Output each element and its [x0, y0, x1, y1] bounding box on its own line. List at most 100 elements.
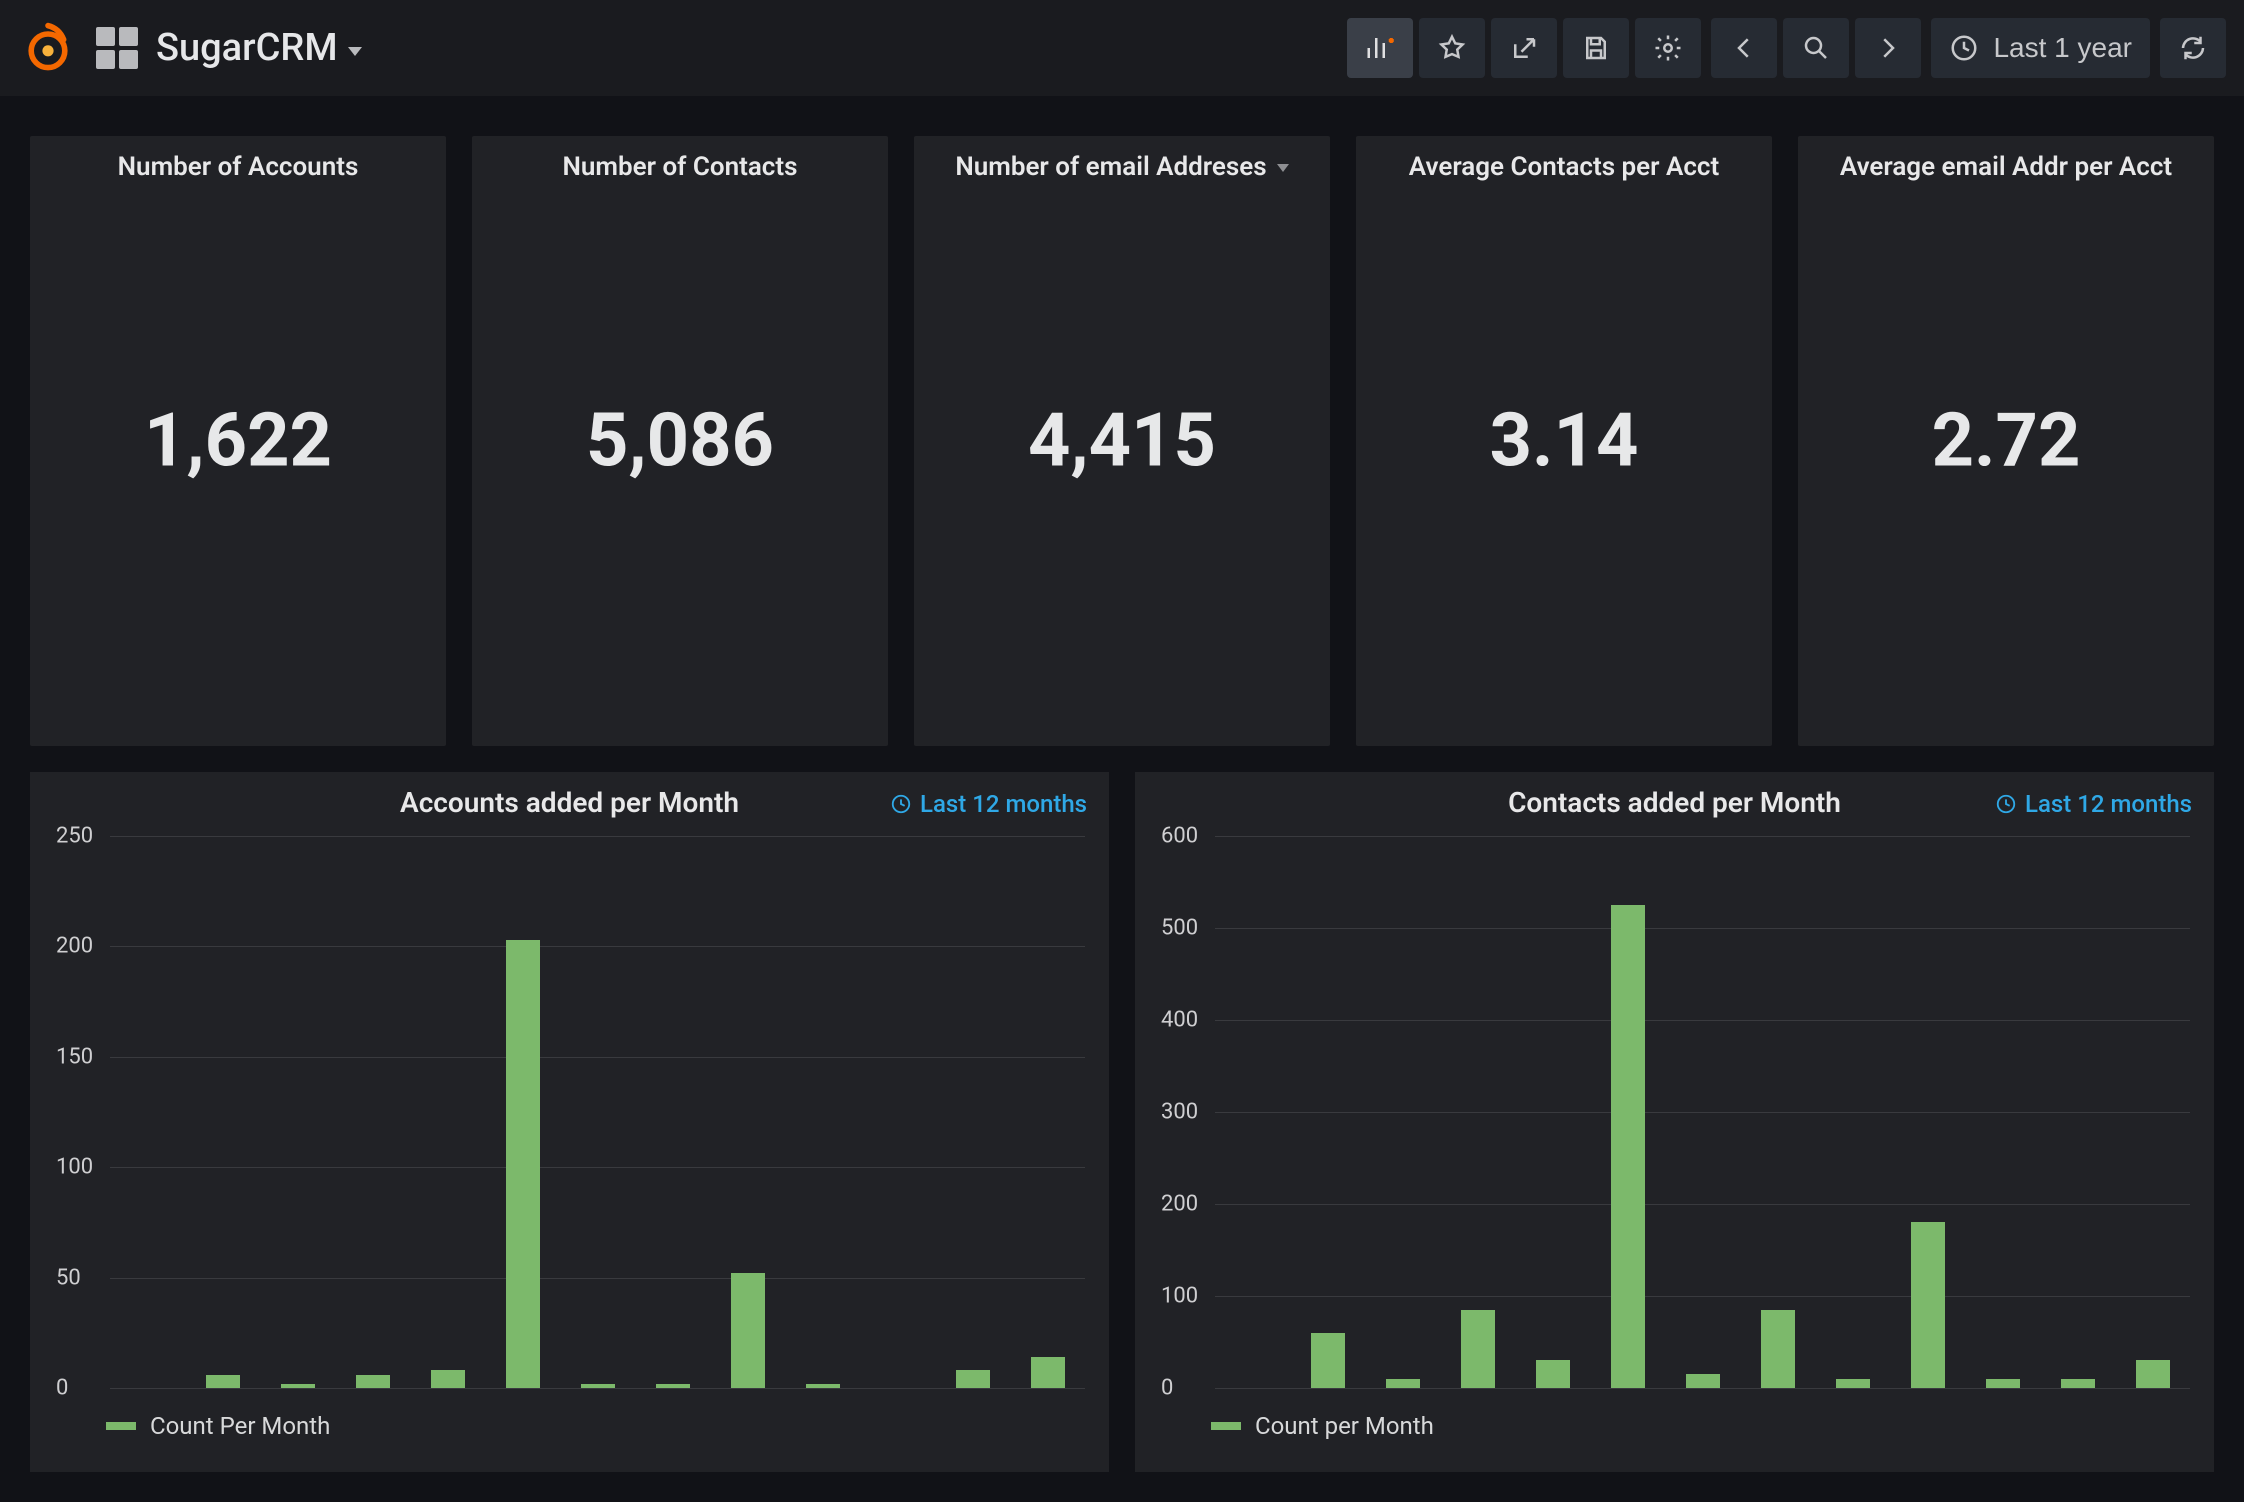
bar[interactable] [731, 1273, 765, 1388]
legend-swatch-icon [1211, 1422, 1241, 1430]
bar[interactable] [2136, 1360, 2170, 1388]
bar-slot [935, 1370, 1010, 1388]
bar[interactable] [281, 1384, 315, 1388]
chart-range-label: Last 12 months [920, 790, 1087, 818]
bar-slot [1890, 1222, 1965, 1388]
bar[interactable] [581, 1384, 615, 1388]
refresh-button[interactable] [2160, 18, 2226, 78]
dashboard-grid-icon[interactable] [96, 27, 138, 69]
bar-slot [260, 1384, 335, 1388]
y-axis-tick: 50 [56, 1265, 81, 1290]
star-button[interactable] [1419, 18, 1485, 78]
bar[interactable] [206, 1375, 240, 1388]
y-axis-tick: 400 [1161, 1008, 1198, 1033]
stat-value: 5,086 [472, 398, 888, 485]
stat-panel-avg-contacts[interactable]: Average Contacts per Acct 3.14 [1356, 136, 1772, 746]
bar-slot [1290, 1333, 1365, 1388]
chart-panel-contacts[interactable]: Contacts added per Month Last 12 months … [1135, 772, 2214, 1472]
y-axis-tick: 500 [1161, 916, 1198, 941]
y-axis-tick: 600 [1161, 824, 1198, 849]
bar[interactable] [2061, 1379, 2095, 1388]
plot-area [1215, 836, 2190, 1388]
bar[interactable] [431, 1370, 465, 1388]
stat-panel-contacts[interactable]: Number of Contacts 5,086 [472, 136, 888, 746]
bar[interactable] [1986, 1379, 2020, 1388]
dashboard-content: Number of Accounts 1,622 Number of Conta… [0, 96, 2244, 1492]
stat-value: 2.72 [1798, 398, 2214, 485]
panel-title: Average Contacts per Acct [1356, 136, 1772, 182]
legend-label: Count per Month [1255, 1412, 1434, 1440]
top-navbar: SugarCRM [0, 0, 2244, 96]
y-axis-tick: 150 [56, 1044, 93, 1069]
time-back-button[interactable] [1711, 18, 1777, 78]
bar-slot [1010, 1357, 1085, 1388]
clock-icon [1995, 793, 2017, 815]
bar-slot [1440, 1310, 1515, 1388]
plot-area [110, 836, 1085, 1388]
stat-panel-accounts[interactable]: Number of Accounts 1,622 [30, 136, 446, 746]
panel-title: Number of email Addreses [914, 136, 1330, 182]
chart-range-label: Last 12 months [2025, 790, 2192, 818]
stat-panel-avg-emails[interactable]: Average email Addr per Acct 2.72 [1798, 136, 2214, 746]
y-axis-tick: 250 [56, 824, 93, 849]
bar[interactable] [1031, 1357, 1065, 1388]
share-button[interactable] [1491, 18, 1557, 78]
time-range-label: Last 1 year [1993, 32, 2132, 64]
bar-slot [710, 1273, 785, 1388]
clock-icon [1949, 33, 1979, 63]
bar[interactable] [356, 1375, 390, 1388]
y-axis-tick: 200 [56, 934, 93, 959]
panel-title: Number of Contacts [472, 136, 888, 182]
toolbar: Last 1 year [1347, 18, 2226, 78]
chart-legend[interactable]: Count Per Month [106, 1412, 330, 1440]
bar-slot [1815, 1379, 1890, 1388]
bar-slot [1740, 1310, 1815, 1388]
y-axis-tick: 100 [56, 1155, 93, 1180]
dashboard-title: SugarCRM [156, 26, 338, 70]
stat-value: 1,622 [30, 398, 446, 485]
legend-label: Count Per Month [150, 1412, 330, 1440]
time-forward-button[interactable] [1855, 18, 1921, 78]
bar[interactable] [1386, 1379, 1420, 1388]
add-panel-button[interactable] [1347, 18, 1413, 78]
bar[interactable] [1611, 905, 1645, 1388]
bar-slot [560, 1384, 635, 1388]
bar[interactable] [956, 1370, 990, 1388]
bar[interactable] [1461, 1310, 1495, 1388]
bar[interactable] [1536, 1360, 1570, 1388]
stat-panel-emails[interactable]: Number of email Addreses 4,415 [914, 136, 1330, 746]
clock-icon [890, 793, 912, 815]
grafana-logo-icon[interactable] [18, 18, 78, 78]
bar[interactable] [656, 1384, 690, 1388]
bar[interactable] [1761, 1310, 1795, 1388]
bar-slot [1365, 1379, 1440, 1388]
time-range-picker[interactable]: Last 1 year [1931, 18, 2150, 78]
settings-button[interactable] [1635, 18, 1701, 78]
y-axis-tick: 100 [1161, 1284, 1198, 1309]
y-axis-tick: 200 [1161, 1192, 1198, 1217]
chart-range-link[interactable]: Last 12 months [1995, 790, 2192, 818]
panel-title: Number of Accounts [30, 136, 446, 182]
y-axis-tick: 300 [1161, 1100, 1198, 1125]
bar[interactable] [806, 1384, 840, 1388]
bar[interactable] [1836, 1379, 1870, 1388]
dashboard-title-dropdown[interactable]: SugarCRM [156, 26, 362, 70]
chart-range-link[interactable]: Last 12 months [890, 790, 1087, 818]
bar-slot [1665, 1374, 1740, 1388]
bar-slot [185, 1375, 260, 1388]
bar-slot [635, 1384, 710, 1388]
bar[interactable] [1911, 1222, 1945, 1388]
bar[interactable] [506, 940, 540, 1388]
save-button[interactable] [1563, 18, 1629, 78]
bar[interactable] [1686, 1374, 1720, 1388]
stat-value: 4,415 [914, 398, 1330, 485]
stat-value: 3.14 [1356, 398, 1772, 485]
bar[interactable] [1311, 1333, 1345, 1388]
y-axis-tick: 0 [56, 1376, 68, 1401]
bar-slot [1590, 905, 1665, 1388]
bar-slot [2040, 1379, 2115, 1388]
bar-slot [785, 1384, 860, 1388]
chart-legend[interactable]: Count per Month [1211, 1412, 1434, 1440]
zoom-out-button[interactable] [1783, 18, 1849, 78]
chart-panel-accounts[interactable]: Accounts added per Month Last 12 months … [30, 772, 1109, 1472]
